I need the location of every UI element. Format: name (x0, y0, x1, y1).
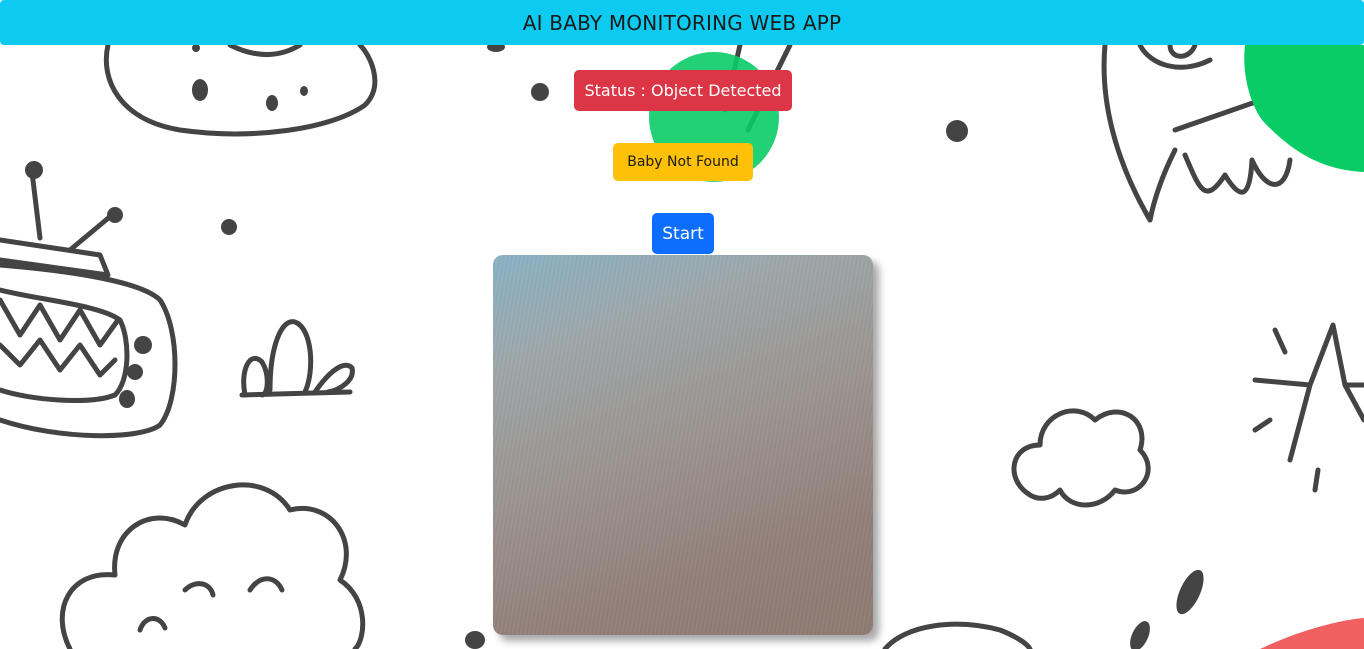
app-title: AI BABY MONITORING WEB APP (522, 10, 842, 35)
camera-feed-video (493, 255, 873, 635)
start-button[interactable]: Start (652, 213, 714, 254)
tv-doodle (0, 169, 178, 439)
star-doodle (1252, 322, 1364, 463)
navbar: AI BABY MONITORING WEB APP (0, 0, 1364, 45)
status-button[interactable]: Status : Object Detected (574, 70, 792, 111)
cloud-doodle (59, 482, 366, 649)
cookie-doodle (103, 42, 378, 137)
baby-detection-button[interactable]: Baby Not Found (613, 143, 753, 181)
plant-doodle (239, 319, 355, 398)
page: AI BABY MONITORING WEB APP Status : Obje… (0, 0, 1364, 649)
small-cloud-doodle (1011, 408, 1151, 508)
